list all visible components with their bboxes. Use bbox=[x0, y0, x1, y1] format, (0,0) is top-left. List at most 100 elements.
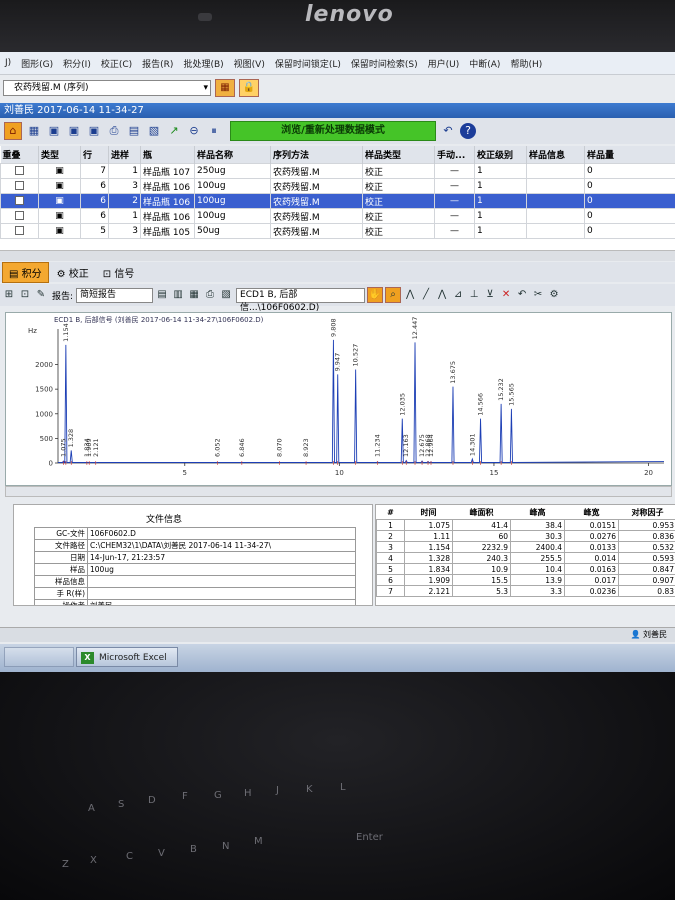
overlay-cell[interactable] bbox=[0, 163, 39, 179]
peak-row[interactable]: 3 1.154 2232.9 2400.4 0.0133 0.532 bbox=[376, 541, 675, 553]
menu-item[interactable]: 用户(U) bbox=[423, 57, 465, 70]
print-icon[interactable]: ⎙ bbox=[106, 123, 122, 139]
stop-icon[interactable]: ⊖ bbox=[186, 123, 202, 139]
peak-column-header[interactable]: 峰宽 bbox=[565, 505, 619, 520]
report-select[interactable]: 简短报告 bbox=[76, 287, 154, 303]
peak-row[interactable]: 5 1.834 10.9 10.4 0.0163 0.847 bbox=[376, 563, 675, 575]
tab-calibration[interactable]: ⚙ 校正 bbox=[51, 263, 95, 282]
menu-item[interactable]: 积分(I) bbox=[58, 57, 96, 70]
peak-column-header[interactable]: 时间 bbox=[405, 505, 453, 520]
grid-icon[interactable]: ▦ bbox=[26, 123, 42, 139]
menu-item[interactable]: 报告(R) bbox=[137, 57, 178, 70]
column-header[interactable]: 样品信息 bbox=[526, 146, 585, 164]
peak-column-header[interactable]: 峰面积 bbox=[453, 505, 511, 520]
drop-line-icon[interactable]: ⊥ bbox=[467, 288, 481, 302]
expand-icon[interactable] bbox=[15, 166, 24, 175]
tab-integration[interactable]: ▤ 积分 bbox=[2, 261, 49, 283]
overlay-cell[interactable] bbox=[0, 178, 39, 194]
taskbar-item-chemstation[interactable] bbox=[4, 647, 74, 667]
peak-column-header[interactable]: # bbox=[377, 505, 405, 520]
menu-item[interactable]: 视图(V) bbox=[229, 57, 270, 70]
column-header[interactable]: 瓶 bbox=[140, 146, 195, 164]
chromatogram-chart[interactable]: 05001000150020005 10 15 201.0751.1541.3281.… bbox=[6, 313, 671, 485]
expand-icon[interactable] bbox=[15, 211, 24, 220]
menu-item[interactable]: 批处理(B) bbox=[178, 57, 228, 70]
peak-row[interactable]: 6 1.909 15.5 13.9 0.017 0.907 bbox=[376, 574, 675, 586]
hand-tool-icon[interactable]: ✋ bbox=[367, 287, 384, 303]
signal-select[interactable]: ECD1 B, 后部信...\106F0602.D) bbox=[236, 287, 366, 313]
expand-icon[interactable] bbox=[15, 226, 24, 235]
copy-icon[interactable]: ▥ bbox=[171, 288, 185, 302]
horizontal-scrollbar[interactable] bbox=[0, 250, 675, 261]
table-row[interactable]: ▣ 7 1 样品瓶 107 250ug 农药残留.M 校正 —1 0 bbox=[0, 163, 675, 179]
peak-row[interactable]: 7 2.121 5.3 3.3 0.0236 0.83 bbox=[376, 585, 675, 597]
split-peak-icon[interactable]: ⋀ bbox=[435, 288, 449, 302]
menu-item[interactable]: 保留时间检索(S) bbox=[346, 57, 423, 70]
table-row[interactable]: ▣ 6 1 样品瓶 106 100ug 农药残留.M 校正 —1 0 bbox=[0, 208, 675, 224]
save-all-icon[interactable]: ▣ bbox=[66, 123, 82, 139]
peak-column-header[interactable]: 峰高 bbox=[511, 505, 565, 520]
preview-icon[interactable]: ▤ bbox=[155, 288, 169, 302]
peak-row[interactable]: 1 1.075 41.4 38.4 0.0151 0.953 bbox=[376, 519, 675, 531]
menu-item[interactable]: J) bbox=[0, 58, 16, 68]
zoom-icon[interactable]: ⌕ bbox=[385, 287, 402, 303]
menu-item[interactable]: 保留时间锁定(L) bbox=[270, 57, 346, 70]
table-row[interactable]: ▣ 5 3 样品瓶 105 50ug 农药残留.M 校正 —1 0 bbox=[0, 223, 675, 239]
auto-integrate-icon[interactable]: ⊡ bbox=[18, 288, 32, 302]
delete-peak-icon[interactable]: ✕ bbox=[499, 288, 513, 302]
column-header[interactable]: 样品量 bbox=[584, 146, 675, 164]
column-header[interactable]: 手动... bbox=[434, 146, 475, 164]
column-header[interactable]: 样品名称 bbox=[194, 146, 271, 164]
column-header[interactable]: 序列方法 bbox=[270, 146, 363, 164]
negative-peak-icon[interactable]: ⊻ bbox=[483, 288, 497, 302]
sequence-select[interactable]: 农药残留.M (序列) bbox=[3, 79, 211, 96]
chart-scrollbar[interactable] bbox=[5, 486, 672, 497]
settings-icon[interactable]: ⚙ bbox=[547, 288, 561, 302]
chromatogram-panel[interactable]: ECD1 B, 后部信号 (刘善民 2017-06-14 11-34-27\10… bbox=[5, 312, 672, 486]
table-row[interactable]: ▣ 6 2 样品瓶 106 100ug 农药残留.M 校正 —1 0 bbox=[0, 193, 675, 209]
overlay-cell[interactable] bbox=[0, 208, 39, 224]
sequence-lock-icon[interactable]: 🔒 bbox=[239, 78, 259, 97]
peak-cell: 15.5 bbox=[452, 574, 511, 586]
column-header[interactable]: 样品类型 bbox=[362, 146, 435, 164]
menu-item[interactable]: 图形(G) bbox=[16, 57, 58, 70]
peak-icon[interactable]: ⋀ bbox=[403, 288, 417, 302]
save-as-icon[interactable]: ▣ bbox=[86, 123, 102, 139]
menu-item[interactable]: 帮助(H) bbox=[505, 57, 547, 70]
integrate-icon[interactable]: ⊞ bbox=[2, 288, 16, 302]
expand-icon[interactable] bbox=[15, 181, 24, 190]
baseline-icon[interactable]: ╱ bbox=[419, 288, 433, 302]
forward-icon[interactable]: ↗ bbox=[166, 123, 182, 139]
edit-events-icon[interactable]: ✎ bbox=[34, 288, 48, 302]
tab-signal[interactable]: ⊡ 信号 bbox=[97, 263, 141, 282]
export-icon[interactable]: ▧ bbox=[146, 123, 162, 139]
column-header[interactable]: 类型 bbox=[38, 146, 81, 164]
column-header[interactable]: 行 bbox=[80, 146, 109, 164]
undo-integration-icon[interactable]: ↶ bbox=[515, 288, 529, 302]
peak-column-header[interactable]: 对称因子 bbox=[619, 505, 675, 520]
peak-row[interactable]: 4 1.328 240.3 255.5 0.014 0.593 bbox=[376, 552, 675, 564]
undo-icon[interactable]: ↶ bbox=[440, 123, 456, 139]
menu-item[interactable]: 校正(C) bbox=[96, 57, 137, 70]
overlay-cell[interactable] bbox=[0, 223, 39, 239]
tangent-icon[interactable]: ⊿ bbox=[451, 288, 465, 302]
pause-icon[interactable]: ⏸ bbox=[206, 123, 222, 139]
column-header[interactable]: 重叠 bbox=[0, 146, 39, 164]
peak-row[interactable]: 2 1.11 60 30.3 0.0276 0.836 bbox=[376, 530, 675, 542]
save-icon[interactable]: ▣ bbox=[46, 123, 62, 139]
report-icon[interactable]: ▤ bbox=[126, 123, 142, 139]
print-report-icon[interactable]: ⎙ bbox=[203, 288, 217, 302]
page-icon[interactable]: ▦ bbox=[187, 288, 201, 302]
help-icon[interactable]: ? bbox=[460, 123, 476, 139]
column-header[interactable]: 进样 bbox=[108, 146, 141, 164]
menu-item[interactable]: 中断(A) bbox=[464, 57, 505, 70]
clipboard-icon[interactable]: ▧ bbox=[219, 288, 233, 302]
table-row[interactable]: ▣ 6 3 样品瓶 106 100ug 农药残留.M 校正 —1 0 bbox=[0, 178, 675, 194]
expand-icon[interactable] bbox=[15, 196, 24, 205]
home-icon[interactable]: ⌂ bbox=[4, 122, 22, 140]
column-header[interactable]: 校正级别 bbox=[474, 146, 527, 164]
tools-icon[interactable]: ✂ bbox=[531, 288, 545, 302]
sequence-table-icon[interactable]: ▦ bbox=[215, 78, 235, 97]
overlay-cell[interactable] bbox=[0, 193, 39, 209]
taskbar-item-excel[interactable]: X Microsoft Excel bbox=[76, 647, 178, 667]
